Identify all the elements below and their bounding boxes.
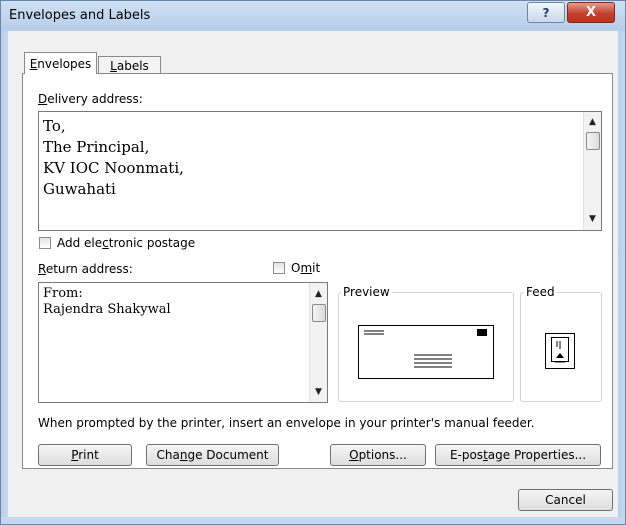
- cancel-button[interactable]: Cancel: [518, 489, 613, 511]
- window-title: Envelopes and Labels: [9, 8, 151, 23]
- delivery-address-label: Delivery address:: [38, 92, 143, 106]
- return-address-label: Return address:: [38, 262, 133, 276]
- preview-group[interactable]: Preview: [338, 285, 514, 402]
- e-postage-properties-button-label: E-postage Properties...: [449, 448, 587, 462]
- omit-label: Omit: [291, 261, 321, 275]
- help-button[interactable]: ?: [527, 2, 565, 23]
- scroll-down-icon[interactable]: ▼: [584, 211, 601, 228]
- delivery-line: Guwahati: [43, 180, 116, 198]
- close-icon: X: [585, 5, 597, 20]
- cancel-button-label: Cancel: [545, 493, 586, 507]
- close-button[interactable]: X: [567, 2, 615, 23]
- add-electronic-postage-label: Add electronic postage: [57, 236, 196, 250]
- print-button-label: Print: [71, 448, 99, 462]
- envelope-preview-icon: [358, 325, 494, 379]
- options-button-label: Options...: [349, 448, 407, 462]
- window-frame-bottom: [1, 517, 625, 524]
- scroll-up-icon[interactable]: ▲: [310, 285, 327, 302]
- return-scrollbar[interactable]: ▲ ▼: [309, 283, 327, 402]
- scroll-up-icon[interactable]: ▲: [584, 114, 601, 131]
- scroll-thumb[interactable]: [586, 132, 600, 150]
- delivery-line: To,: [43, 117, 66, 135]
- return-line: From:: [43, 286, 83, 301]
- delivery-line: KV IOC Noonmati,: [43, 159, 184, 177]
- return-address-field[interactable]: From: Rajendra Shakywal ▲ ▼: [38, 282, 328, 403]
- scroll-thumb[interactable]: [312, 304, 326, 322]
- tab-envelopes-label: Envelopes: [29, 56, 92, 71]
- delivery-scrollbar[interactable]: ▲ ▼: [583, 112, 601, 230]
- preview-label: Preview: [341, 285, 392, 299]
- window-frame-left: [1, 31, 8, 517]
- tab-labels[interactable]: Labels: [98, 56, 161, 74]
- window-frame-right: [618, 31, 625, 517]
- feed-group[interactable]: Feed: [520, 285, 602, 402]
- e-postage-properties-button[interactable]: E-postage Properties...: [435, 444, 601, 466]
- add-electronic-postage-checkbox[interactable]: [39, 237, 51, 249]
- envelope-feed-icon: [545, 333, 575, 369]
- tab-labels-label: Labels: [110, 58, 149, 73]
- change-document-button[interactable]: Change Document: [146, 444, 279, 466]
- feed-label: Feed: [524, 285, 557, 299]
- delivery-address-field[interactable]: To, The Principal, KV IOC Noonmati, Guwa…: [38, 111, 602, 231]
- tab-envelopes[interactable]: Envelopes: [24, 52, 97, 74]
- return-line: Rajendra Shakywal: [43, 302, 171, 317]
- change-document-button-label: Change Document: [156, 448, 269, 462]
- scroll-down-icon[interactable]: ▼: [310, 383, 327, 400]
- print-button[interactable]: Print: [38, 444, 132, 466]
- options-button[interactable]: Options...: [330, 444, 426, 466]
- printer-prompt-text: When prompted by the printer, insert an …: [38, 416, 535, 430]
- title-bar[interactable]: Envelopes and Labels ? X: [1, 1, 625, 31]
- delivery-line: The Principal,: [43, 138, 150, 156]
- help-icon: ?: [542, 5, 550, 20]
- omit-checkbox[interactable]: [273, 262, 285, 274]
